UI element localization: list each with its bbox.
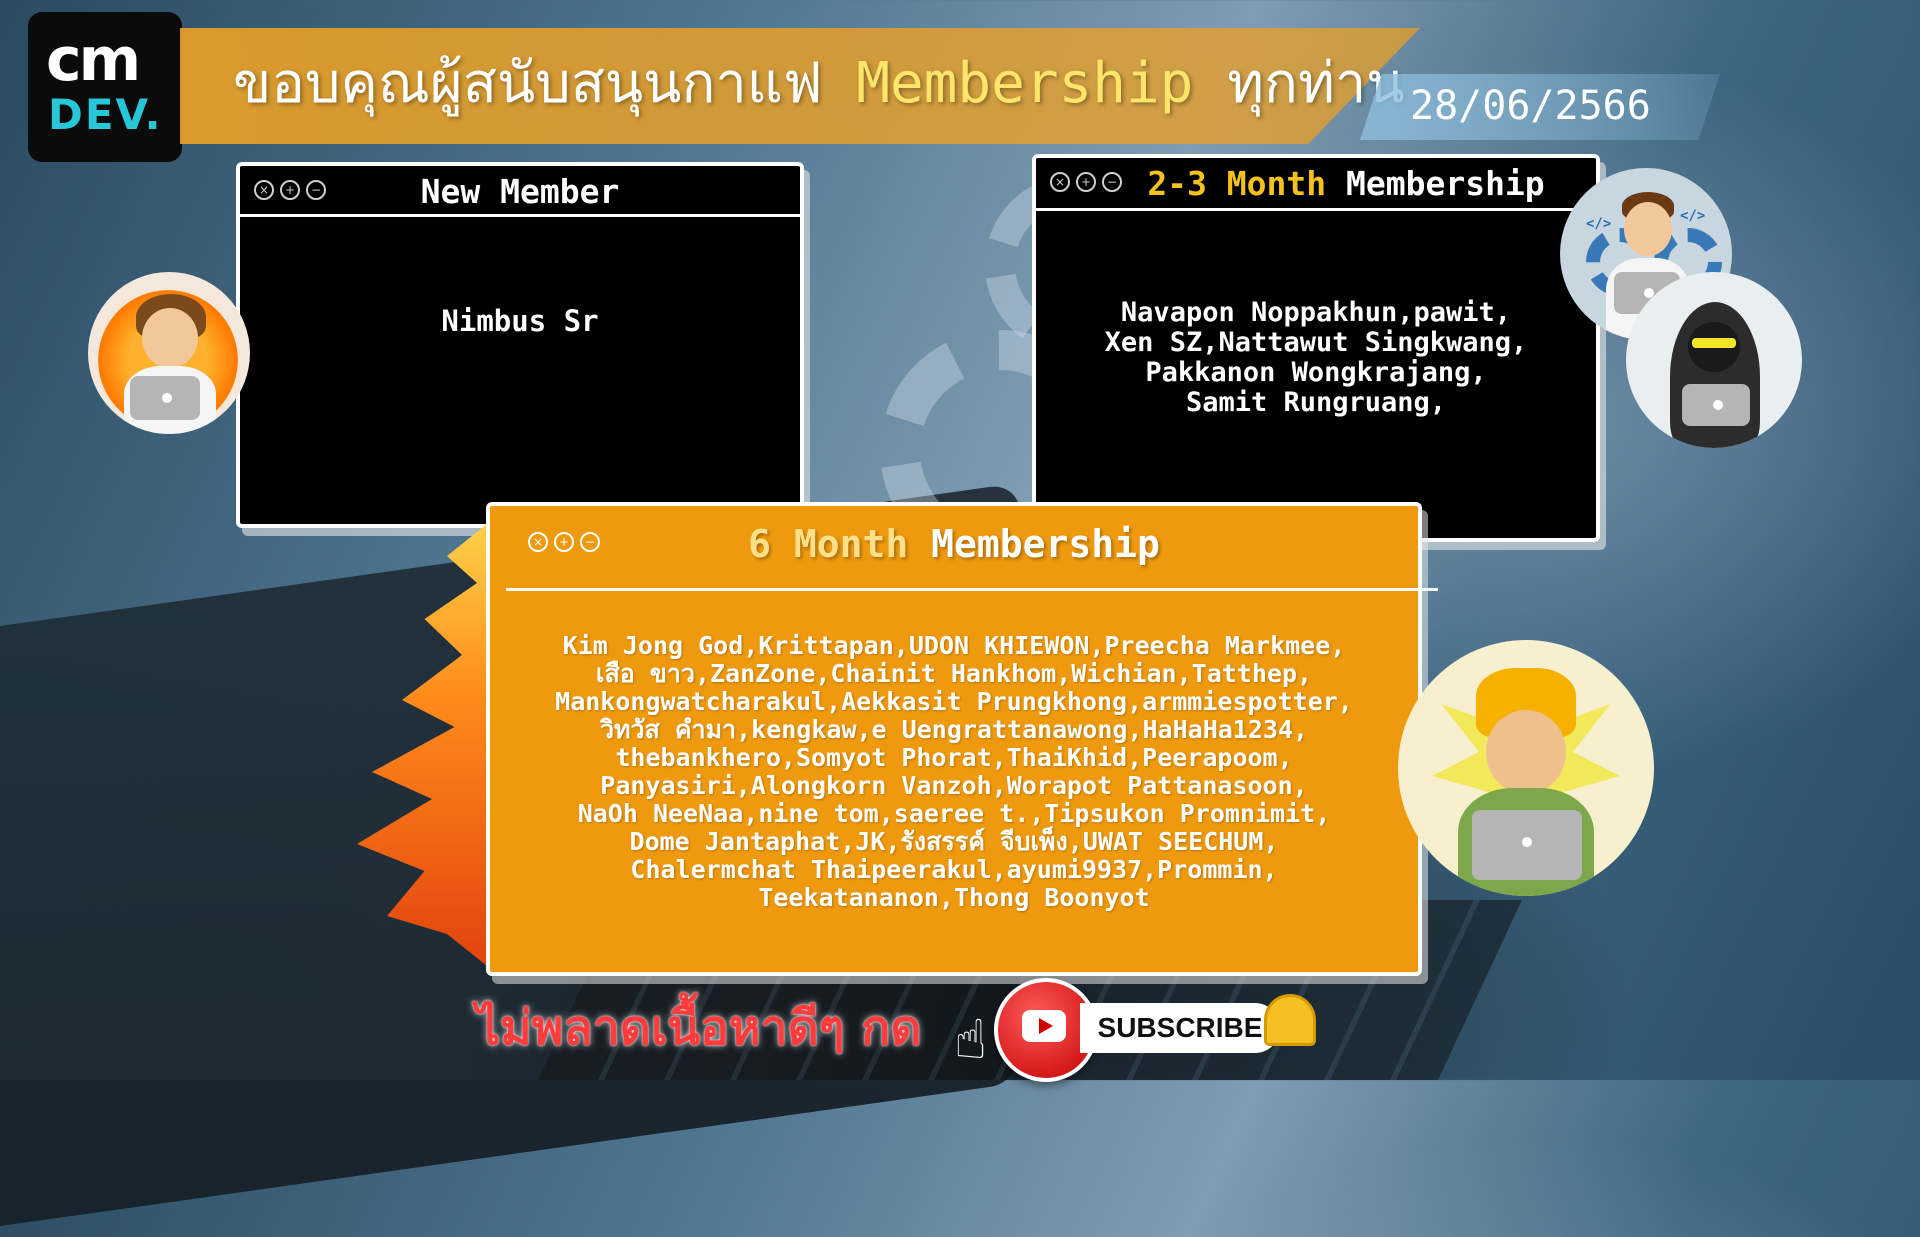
title-accent: 2-3 Month	[1147, 164, 1327, 203]
logo-text-dev: DEV.	[48, 90, 163, 139]
window-title-bar: × + − 2-3 Month Membership	[1036, 158, 1596, 211]
youtube-play-icon	[1022, 1010, 1066, 1042]
name-line: Panyasiri,Alongkorn Vanzoh,Worapot Patta…	[600, 771, 1308, 800]
title-rest: Membership	[908, 522, 1160, 566]
title-pre: ขอบคุณผู้สนับสนุนกาแฟ	[233, 51, 857, 116]
close-icon[interactable]: ×	[1050, 172, 1070, 192]
laptop-icon	[1682, 384, 1750, 426]
cta-text: ไม่พลาดเนื้อหาดีๆ กด	[476, 1000, 922, 1056]
name-line: Mankongwatcharakul,Aekkasit Prungkhong,a…	[555, 687, 1353, 716]
page-title: ขอบคุณผู้สนับสนุนกาแฟ Membership ทุกท่าน	[233, 52, 1405, 116]
six-month-window: × + − 6 Month Membership Kim Jong God,Krit…	[486, 502, 1438, 976]
avatar-head	[1486, 710, 1566, 794]
new-member-window: × + − New Member Nimbus Sr	[236, 162, 804, 528]
name-line: thebankhero,Somyot Phorat,ThaiKhid,Peera…	[615, 743, 1293, 772]
bell-icon[interactable]	[1264, 994, 1316, 1046]
new-member-names: Nimbus Sr	[441, 304, 599, 338]
name-line: Xen SZ,Nattawut Singkwang,	[1104, 327, 1528, 358]
brand-logo: cm DEV.	[28, 12, 182, 162]
name-line: วิทวัส คำมา,kengkaw,e Uengrattanawong,Ha…	[599, 715, 1309, 744]
two-three-month-window: × + − 2-3 Month Membership Navapon Noppakh…	[1032, 154, 1600, 542]
window-title: New Member	[420, 172, 620, 211]
name-line: Teekatananon,Thong Boonyot	[758, 883, 1150, 912]
window-title-bar: × + − New Member	[240, 166, 800, 217]
code-icon: </>	[1680, 208, 1706, 224]
name-line: Pakkanon Wongkrajang,	[1145, 357, 1487, 388]
window-title: 2-3 Month Membership	[1096, 164, 1596, 204]
code-icon: </>	[1586, 216, 1612, 232]
title-accent: 6 Month	[748, 522, 909, 566]
avatar-head	[142, 308, 198, 368]
pointer-hand-icon: ☝	[954, 1008, 987, 1071]
avatar-head	[1624, 202, 1672, 256]
two-three-month-names: Navapon Noppakhun,pawit, Xen SZ,Nattawut…	[1046, 298, 1586, 418]
title-highlight: Membership	[856, 51, 1194, 116]
avatar-hacker	[1626, 272, 1802, 448]
name-line: Kim Jong God,Krittapan,UDON KHIEWON,Pree…	[562, 631, 1346, 660]
logo-text-cm: cm	[46, 25, 141, 95]
date-label: 28/06/2566	[1410, 83, 1651, 129]
title-rest: Membership	[1326, 164, 1545, 203]
divider	[506, 588, 1438, 591]
laptop-icon	[1472, 810, 1582, 880]
window-title: 6 Month Membership	[490, 524, 1418, 564]
name-line: Samit Rungruang,	[1185, 387, 1447, 418]
name-line: NaOh NeeNaa,nine tom,saeree t.,Tipsukon …	[577, 799, 1331, 828]
name-line: Dome Jantaphat,JK,รังสรรค์ จีบเพ็ง,UWAT …	[629, 827, 1279, 856]
sunglasses-icon	[1692, 338, 1736, 348]
name-line: Navapon Noppakhun,pawit,	[1120, 297, 1512, 328]
name-line: เสือ ขาว,ZanZone,Chainit Hankhom,Wichian…	[595, 659, 1313, 688]
avatar-super	[1398, 640, 1654, 896]
laptop-icon	[130, 376, 200, 420]
six-month-names: Kim Jong God,Krittapan,UDON KHIEWON,Pree…	[498, 632, 1410, 912]
maximize-icon[interactable]: +	[1076, 172, 1096, 192]
subscribe-button[interactable]: SUBSCRIBE	[1080, 1003, 1280, 1053]
avatar-new-member	[88, 272, 250, 434]
name-line: Chalermchat Thaipeerakul,ayumi9937,Promm…	[630, 855, 1278, 884]
